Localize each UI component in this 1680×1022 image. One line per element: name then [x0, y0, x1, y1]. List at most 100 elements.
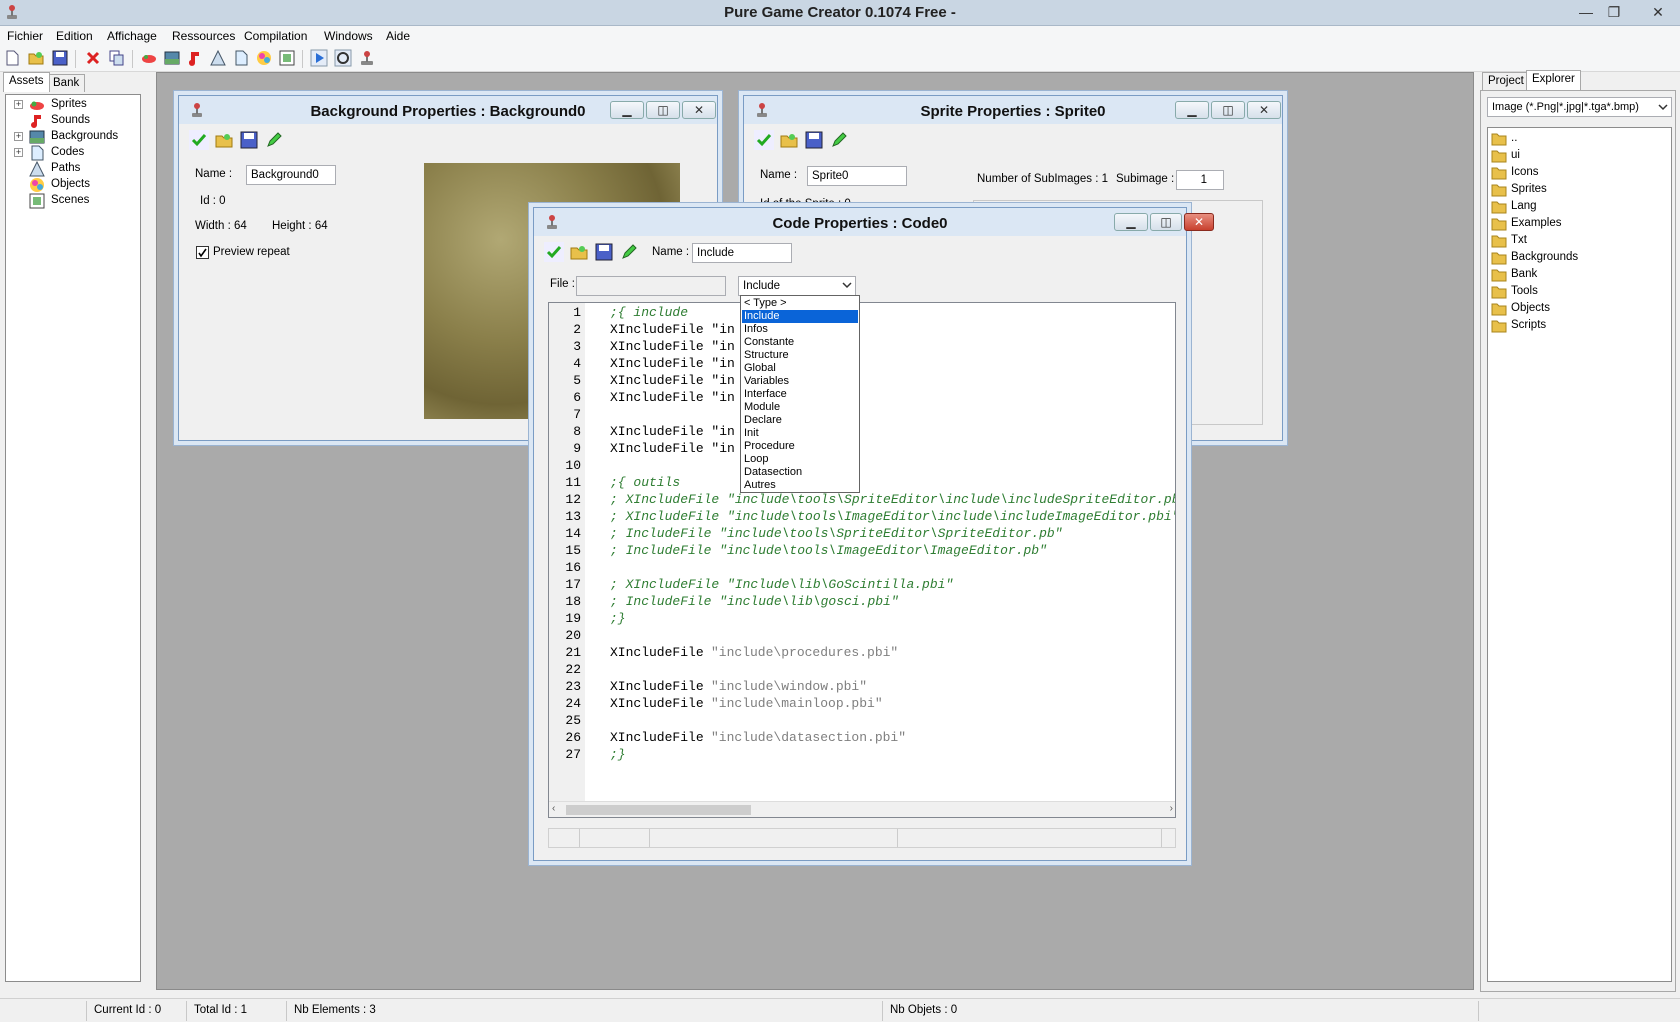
add-object-icon[interactable] [255, 49, 273, 67]
dropdown-option[interactable]: < Type > [742, 297, 858, 310]
menu-ressources[interactable]: Ressources [172, 29, 235, 43]
new-file-icon[interactable] [3, 49, 21, 67]
code-editor[interactable]: 1;{ include2XIncludeFile "in"3XIncludeFi… [548, 302, 1176, 818]
maximize-button[interactable]: ◫ [1150, 213, 1182, 231]
dropdown-option[interactable]: Infos [742, 323, 858, 336]
open-folder-icon[interactable] [27, 49, 45, 67]
code-line[interactable]: 16 [549, 560, 1175, 577]
code-line[interactable]: 26 XIncludeFile "include\datasection.pbi" [549, 730, 1175, 747]
tab-assets[interactable]: Assets [3, 72, 50, 92]
ok-check-icon[interactable] [544, 242, 564, 262]
menu-aide[interactable]: Aide [386, 29, 410, 43]
edit-pencil-icon[interactable] [829, 130, 849, 150]
code-line[interactable]: 11 ;{ outils [549, 475, 1175, 492]
name-field[interactable]: Background0 [246, 165, 336, 185]
preview-repeat-checkbox[interactable] [196, 246, 209, 259]
code-line[interactable]: 5XIncludeFile "ins.pbi" [549, 373, 1175, 390]
expand-icon[interactable]: + [14, 132, 23, 141]
add-scene-icon[interactable] [278, 49, 296, 67]
expand-icon[interactable]: + [14, 100, 23, 109]
code-line[interactable]: 22 [549, 662, 1175, 679]
code-line[interactable]: 20 [549, 628, 1175, 645]
code-line[interactable]: 17 ; XIncludeFile "Include\lib\GoScintill… [549, 577, 1175, 594]
type-select[interactable]: Include [738, 276, 856, 296]
add-sound-icon[interactable] [186, 49, 204, 67]
expand-icon[interactable]: + [14, 148, 23, 157]
code-line[interactable]: 27;} [549, 747, 1175, 764]
dropdown-option[interactable]: Global [742, 362, 858, 375]
add-sprite-icon[interactable] [140, 49, 158, 67]
name-field[interactable]: Include [692, 243, 792, 263]
minimize-button[interactable]: — [1576, 2, 1596, 22]
code-line[interactable]: 25 [549, 713, 1175, 730]
ok-check-icon[interactable] [189, 130, 209, 150]
dropdown-option[interactable]: Datasection [742, 466, 858, 479]
code-line[interactable]: 1 ;{ include [549, 305, 1175, 322]
code-line[interactable]: 8 XIncludeFile "in [549, 424, 1175, 441]
subimage-spinner[interactable]: 1 [1176, 170, 1224, 190]
ok-check-icon[interactable] [754, 130, 774, 150]
menu-affichage[interactable]: Affichage [107, 29, 157, 43]
scroll-left-icon[interactable]: ‹ [552, 803, 555, 814]
minimize-button[interactable]: ▁ [1175, 101, 1209, 119]
dropdown-option[interactable]: Init [742, 427, 858, 440]
code-line[interactable]: 6 XIncludeFile "in [549, 390, 1175, 407]
dropdown-option[interactable]: Interface [742, 388, 858, 401]
chevron-down-icon[interactable] [842, 280, 852, 290]
horizontal-scrollbar[interactable]: ‹ › [549, 801, 1175, 817]
chevron-down-icon[interactable] [1658, 102, 1668, 112]
tab-bank[interactable]: Bank [47, 74, 86, 92]
add-background-icon[interactable] [163, 49, 181, 67]
menu-edition[interactable]: Edition [56, 29, 93, 43]
menu-compilation[interactable]: Compilation [244, 29, 307, 43]
dropdown-option[interactable]: Procedure [742, 440, 858, 453]
dropdown-option[interactable]: Declare [742, 414, 858, 427]
dropdown-option[interactable]: Include [742, 310, 858, 323]
code-line[interactable]: 9XIncludeFile "ini" [549, 441, 1175, 458]
code-line[interactable]: 2XIncludeFile "in" [549, 322, 1175, 339]
edit-pencil-icon[interactable] [264, 130, 284, 150]
maximize-button[interactable]: ◫ [1211, 101, 1245, 119]
scroll-right-icon[interactable]: › [1170, 803, 1173, 814]
save-icon[interactable] [804, 130, 824, 150]
compile-icon[interactable] [334, 49, 352, 67]
code-line[interactable]: 13 ; XIncludeFile "include\tools\ImageEdi… [549, 509, 1175, 526]
code-line[interactable]: 14 ; IncludeFile "include\tools\SpriteEdi… [549, 526, 1175, 543]
dropdown-option[interactable]: Module [742, 401, 858, 414]
minimize-button[interactable]: ▁ [1114, 213, 1148, 231]
code-line[interactable]: 15 ; IncludeFile "include\tools\ImageEdit… [549, 543, 1175, 560]
maximize-button[interactable]: ❐ [1604, 2, 1624, 22]
dropdown-option[interactable]: Autres [742, 479, 858, 492]
file-filter-select[interactable]: Image (*.Png|*.jpg|*.tga*.bmp) [1487, 97, 1672, 117]
code-line[interactable]: 23 XIncludeFile "include\window.pbi" [549, 679, 1175, 696]
edit-pencil-icon[interactable] [619, 242, 639, 262]
code-line[interactable]: 10 [549, 458, 1175, 475]
code-line[interactable]: 24 XIncludeFile "include\mainloop.pbi" [549, 696, 1175, 713]
code-line[interactable]: 7 [549, 407, 1175, 424]
code-line[interactable]: 12 ; XIncludeFile "include\tools\SpriteEd… [549, 492, 1175, 509]
delete-icon[interactable] [84, 49, 102, 67]
minimize-button[interactable]: ▁ [610, 101, 644, 119]
maximize-button[interactable]: ◫ [646, 101, 680, 119]
add-code-icon[interactable] [232, 49, 250, 67]
menu-windows[interactable]: Windows [324, 29, 373, 43]
dropdown-option[interactable]: Structure [742, 349, 858, 362]
close-button[interactable]: ✕ [1648, 2, 1668, 22]
code-line[interactable]: 4XIncludeFile "in.pbi" [549, 356, 1175, 373]
tab-project[interactable]: Project [1482, 72, 1530, 90]
name-field[interactable]: Sprite0 [807, 166, 907, 186]
tab-explorer[interactable]: Explorer [1526, 70, 1581, 90]
code-line[interactable]: 3 XIncludeFile "in [549, 339, 1175, 356]
dropdown-option[interactable]: Constante [742, 336, 858, 349]
code-line[interactable]: 19;} [549, 611, 1175, 628]
run-icon[interactable] [310, 49, 328, 67]
open-icon[interactable] [214, 130, 234, 150]
copy-icon[interactable] [108, 49, 126, 67]
save-icon[interactable] [239, 130, 259, 150]
menu-fichier[interactable]: Fichier [7, 29, 43, 43]
open-icon[interactable] [569, 242, 589, 262]
save-icon[interactable] [594, 242, 614, 262]
save-icon[interactable] [51, 49, 69, 67]
add-path-icon[interactable] [209, 49, 227, 67]
open-icon[interactable] [779, 130, 799, 150]
